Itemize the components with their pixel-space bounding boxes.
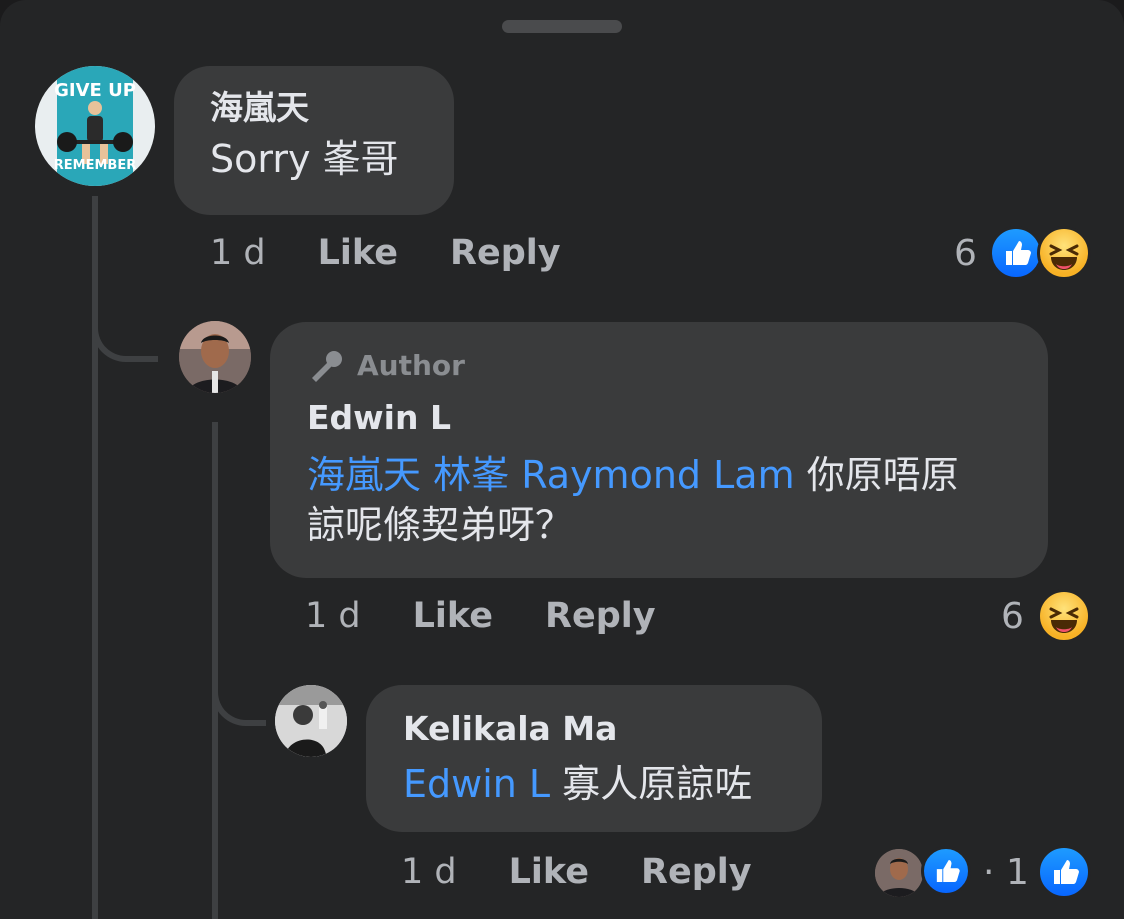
comment-timestamp[interactable]: 1 d xyxy=(210,231,266,275)
like-icon xyxy=(1037,845,1091,899)
comment-author[interactable]: 海嵐天 xyxy=(210,88,454,128)
thread-curve-reply2 xyxy=(212,660,266,726)
comment-actions-3: 1 d Like Reply xyxy=(401,850,752,894)
reaction-count[interactable]: 6 xyxy=(1001,595,1024,639)
avatar-give-up-poster: GIVE UP REMEMBER xyxy=(54,66,136,186)
author-badge: Author xyxy=(307,348,1048,384)
mention-link[interactable]: Edwin L xyxy=(403,762,550,806)
comment-timestamp[interactable]: 1 d xyxy=(401,850,457,894)
thread-curve-reply1 xyxy=(92,300,158,362)
comment-author[interactable]: Edwin L xyxy=(307,398,1048,438)
comment-bubble-3[interactable]: Kelikala Ma Edwin L 寡人原諒咗 xyxy=(366,685,822,832)
author-badge-label: Author xyxy=(357,349,465,382)
mention-link[interactable]: 林峯 xyxy=(433,453,509,497)
avatar-kelikala-ma[interactable] xyxy=(275,685,347,757)
comments-sheet: GIVE UP REMEMBER 海嵐天 Sorry 峯哥 1 d Like R… xyxy=(0,0,1124,919)
comment-text-part: 諒呢條契弟呀？ xyxy=(307,503,574,547)
microphone-icon xyxy=(307,348,347,384)
haha-icon xyxy=(1037,226,1091,280)
comment-actions-2: 1 d Like Reply xyxy=(305,594,656,638)
like-icon xyxy=(921,846,971,896)
like-icon xyxy=(989,226,1043,280)
reply-button[interactable]: Reply xyxy=(545,594,656,638)
mention-link[interactable]: 海嵐天 xyxy=(307,453,421,497)
comment-timestamp[interactable]: 1 d xyxy=(305,594,361,638)
reactor-avatar[interactable] xyxy=(875,849,923,897)
comment-text: Sorry 峯哥 xyxy=(210,137,399,181)
avatar-haelantin[interactable]: GIVE UP REMEMBER xyxy=(35,66,155,186)
comment-bubble-1[interactable]: 海嵐天 Sorry 峯哥 xyxy=(174,66,454,215)
comment-actions-1: 1 d Like Reply xyxy=(210,231,561,275)
comment-text: 海嵐天 林峯 Raymond Lam 你原唔原 諒呢條契弟呀？ xyxy=(307,450,1027,550)
mention-link[interactable]: Raymond Lam xyxy=(521,453,794,497)
sheet-drag-handle[interactable] xyxy=(502,20,622,33)
reply-button[interactable]: Reply xyxy=(641,850,752,894)
reaction-count[interactable]: 6 xyxy=(954,232,977,276)
like-button[interactable]: Like xyxy=(413,594,493,638)
comment-bubble-2[interactable]: Author Edwin L 海嵐天 林峯 Raymond Lam 你原唔原 諒… xyxy=(270,322,1048,578)
reaction-separator: · xyxy=(983,852,995,893)
comment-text-part: 你原唔原 xyxy=(806,453,959,497)
haha-icon xyxy=(1037,589,1091,643)
reaction-count[interactable]: 1 xyxy=(1006,851,1029,895)
svg-text:REMEMBER: REMEMBER xyxy=(54,158,136,173)
reply-button[interactable]: Reply xyxy=(450,231,561,275)
svg-text:GIVE UP: GIVE UP xyxy=(54,80,136,101)
avatar-edwin-l[interactable] xyxy=(179,321,251,393)
comment-text-part: 寡人原諒咗 xyxy=(562,762,753,806)
comment-text: Edwin L 寡人原諒咗 xyxy=(403,759,822,809)
comment-author[interactable]: Kelikala Ma xyxy=(403,709,822,749)
like-button[interactable]: Like xyxy=(318,231,398,275)
like-button[interactable]: Like xyxy=(509,850,589,894)
